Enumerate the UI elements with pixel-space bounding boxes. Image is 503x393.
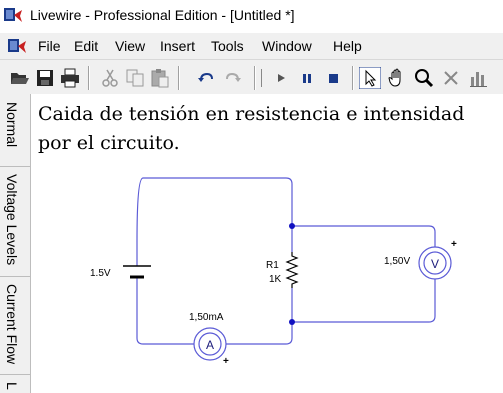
menu-help[interactable]: Help <box>333 38 362 54</box>
undo-icon[interactable] <box>195 67 217 89</box>
stop-icon[interactable] <box>323 67 345 89</box>
menu-view[interactable]: View <box>115 38 145 54</box>
redo-icon[interactable] <box>222 67 244 89</box>
toolbar-separator <box>254 66 256 90</box>
view-mode-tabs: Normal Voltage Levels Current Flow L <box>0 94 31 393</box>
document-menu-icon[interactable] <box>7 37 27 55</box>
wire-voltmeter-bottom <box>292 279 436 323</box>
delete-icon[interactable] <box>440 67 462 89</box>
voltmeter-symbol: V <box>431 257 439 271</box>
voltmeter-reading: 1,50V <box>384 256 410 267</box>
toolbar-separator <box>178 66 180 90</box>
menu-window[interactable]: Window <box>262 38 312 54</box>
ammeter-symbol: A <box>206 338 214 352</box>
wire-left-bottom <box>136 278 194 345</box>
save-icon[interactable] <box>34 67 56 89</box>
resistor-value: 1K <box>269 274 282 285</box>
ammeter[interactable]: A <box>193 327 227 361</box>
tab-divider <box>0 276 30 277</box>
tab-normal[interactable]: Normal <box>4 102 20 147</box>
paste-icon[interactable] <box>149 67 171 89</box>
toolbar <box>0 59 503 94</box>
ammeter-reading: 1,50mA <box>189 312 224 323</box>
toolbar-separator <box>88 66 90 90</box>
junction-node-bottom <box>289 319 295 325</box>
menu-file[interactable]: File <box>38 38 61 54</box>
circuit-canvas[interactable]: Caida de tensión en resistencia e intens… <box>31 94 503 393</box>
menu-bar: File Edit View Insert Tools Window Help <box>0 33 503 59</box>
voltmeter[interactable]: V <box>418 246 452 280</box>
pointer-icon[interactable] <box>359 67 381 89</box>
copy-icon[interactable] <box>124 67 146 89</box>
play-icon[interactable] <box>270 67 292 89</box>
window-title: Livewire - Professional Edition - [Untit… <box>30 7 295 23</box>
tab-voltage-levels[interactable]: Voltage Levels <box>4 174 20 265</box>
cut-icon[interactable] <box>99 67 121 89</box>
hand-icon[interactable] <box>386 67 408 89</box>
ammeter-polarity: + <box>223 356 229 367</box>
title-bar: Livewire - Professional Edition - [Untit… <box>0 0 503 33</box>
circuit-diagram: 1.5V R1 1K V + 1,50V A + 1,50mA <box>90 177 457 367</box>
pause-icon[interactable] <box>296 67 318 89</box>
livewire-app-icon <box>4 8 22 22</box>
print-icon[interactable] <box>59 67 81 89</box>
tab-divider <box>0 374 30 375</box>
graph-icon[interactable] <box>468 67 490 89</box>
battery[interactable] <box>123 265 151 279</box>
menu-tools[interactable]: Tools <box>211 38 244 54</box>
wire-top <box>136 177 293 243</box>
zoom-icon[interactable] <box>413 67 435 89</box>
battery-label: 1.5V <box>90 268 111 279</box>
open-icon[interactable] <box>9 67 31 89</box>
menu-insert[interactable]: Insert <box>160 38 195 54</box>
wire-bottom-right <box>226 322 293 345</box>
resistor-r1[interactable] <box>285 252 299 288</box>
tab-divider <box>0 166 30 167</box>
voltmeter-polarity: + <box>451 239 457 250</box>
wire-voltmeter-top <box>292 225 436 247</box>
toolbar-separator <box>352 66 354 90</box>
tab-current-flow[interactable]: Current Flow <box>4 284 20 364</box>
tab-more[interactable]: L <box>4 382 20 390</box>
junction-node-top <box>289 223 295 229</box>
resistor-name: R1 <box>266 260 279 271</box>
menu-edit[interactable]: Edit <box>74 38 98 54</box>
